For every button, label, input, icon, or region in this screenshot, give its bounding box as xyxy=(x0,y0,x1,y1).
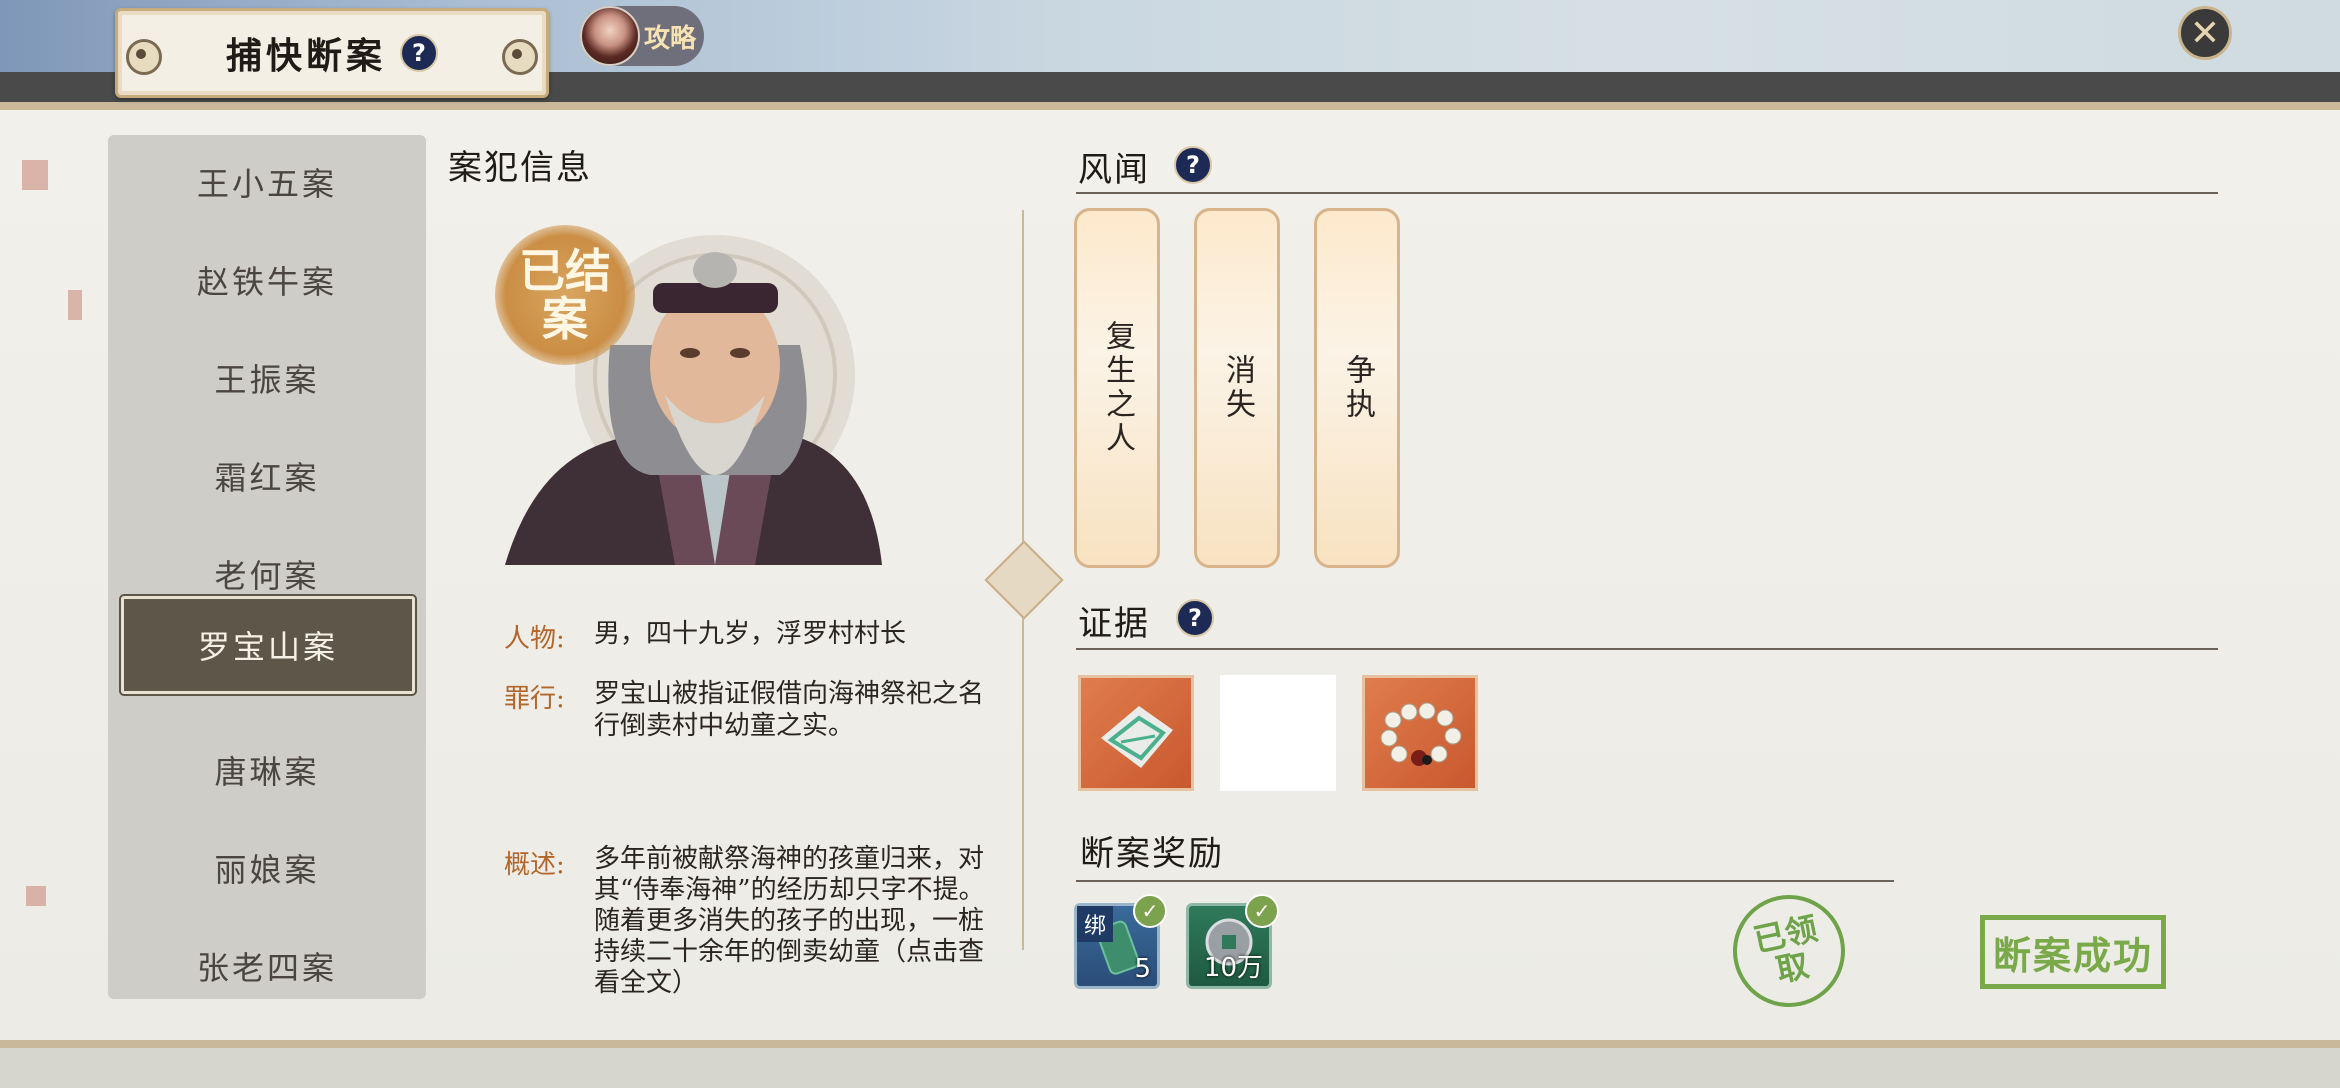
case-item[interactable]: 丽娘案 xyxy=(108,819,426,917)
case-item[interactable]: 赵铁牛案 xyxy=(108,231,426,329)
case-success-stamp: 断案成功 xyxy=(1980,915,2166,989)
evidence-slot[interactable] xyxy=(1362,675,1478,791)
rumor-divider xyxy=(1076,192,2218,194)
crime-value: 罗宝山被指证假借向海神祭祀之名行倒卖村中幼童之实。 xyxy=(594,679,985,741)
title-plate: 捕快断案 ? xyxy=(115,8,549,98)
reward-count: 5 xyxy=(1134,954,1151,984)
person-value: 男，四十九岁，浮罗村村长 xyxy=(594,619,907,649)
case-item[interactable]: 唐琳案 xyxy=(108,721,426,819)
seal-icon xyxy=(26,886,46,906)
help-icon[interactable]: ? xyxy=(400,34,438,72)
guide-button[interactable]: 攻略 xyxy=(580,6,704,66)
reward-section-title: 断案奖励 xyxy=(1080,834,1224,874)
bottom-strip xyxy=(0,1040,2340,1088)
claimed-check-icon: ✓ xyxy=(1133,894,1167,928)
reward-count: 10万 xyxy=(1203,953,1263,983)
reward-item[interactable]: 绑 5 ✓ xyxy=(1074,894,1167,989)
rumor-help-icon[interactable]: ? xyxy=(1174,146,1212,184)
guide-label: 攻略 xyxy=(644,23,697,54)
case-item[interactable]: 王小五案 xyxy=(108,135,426,231)
rumor-section-title: 风闻 xyxy=(1078,150,1150,190)
summary-value[interactable]: 多年前被献祭海神的孩童归来，对其“侍奉海神”的经历却只字不提。随着更多消失的孩子… xyxy=(594,844,994,999)
rumor-card[interactable]: 争执 xyxy=(1314,208,1400,568)
ornament-icon xyxy=(126,39,162,75)
rumor-card[interactable]: 消失 xyxy=(1194,208,1280,568)
case-item[interactable]: 霜红案 xyxy=(108,427,426,525)
evidence-section-title: 证据 xyxy=(1078,604,1150,644)
close-icon: ✕ xyxy=(2189,12,2221,54)
case-item-selected[interactable]: 罗宝山案 xyxy=(121,596,415,694)
suspect-section-title: 案犯信息 xyxy=(448,148,592,188)
close-button[interactable]: ✕ xyxy=(2178,6,2232,60)
evidence-divider xyxy=(1076,648,2218,650)
seal-icon xyxy=(68,290,82,320)
guide-avatar xyxy=(580,6,640,66)
summary-label: 概述: xyxy=(504,850,565,880)
seal-icon xyxy=(22,160,48,190)
case-item[interactable]: 张老四案 xyxy=(108,917,426,999)
page-title: 捕快断案 xyxy=(225,35,386,77)
ornament-icon xyxy=(502,39,538,75)
rumor-card[interactable]: 复生之人 xyxy=(1074,208,1160,568)
prayer-beads-icon xyxy=(1380,702,1462,766)
reward-item[interactable]: 10万 ✓ xyxy=(1186,894,1279,989)
person-label: 人物: xyxy=(504,624,565,654)
bound-tag: 绑 xyxy=(1077,906,1113,942)
reward-divider xyxy=(1076,880,1894,882)
case-item[interactable]: 王振案 xyxy=(108,329,426,427)
case-closed-stamp: 已结案 xyxy=(495,225,635,365)
case-list[interactable]: 王小五案 赵铁牛案 王振案 霜红案 老何案 罗宝山案 唐琳案 丽娘案 张老四案 xyxy=(108,135,426,999)
crime-label: 罪行: xyxy=(504,684,565,714)
evidence-slot-empty[interactable] xyxy=(1220,675,1336,791)
claimed-check-icon: ✓ xyxy=(1245,894,1279,928)
evidence-slot[interactable] xyxy=(1078,675,1194,791)
evidence-help-icon[interactable]: ? xyxy=(1176,599,1214,637)
torn-paper-icon xyxy=(1101,706,1173,768)
